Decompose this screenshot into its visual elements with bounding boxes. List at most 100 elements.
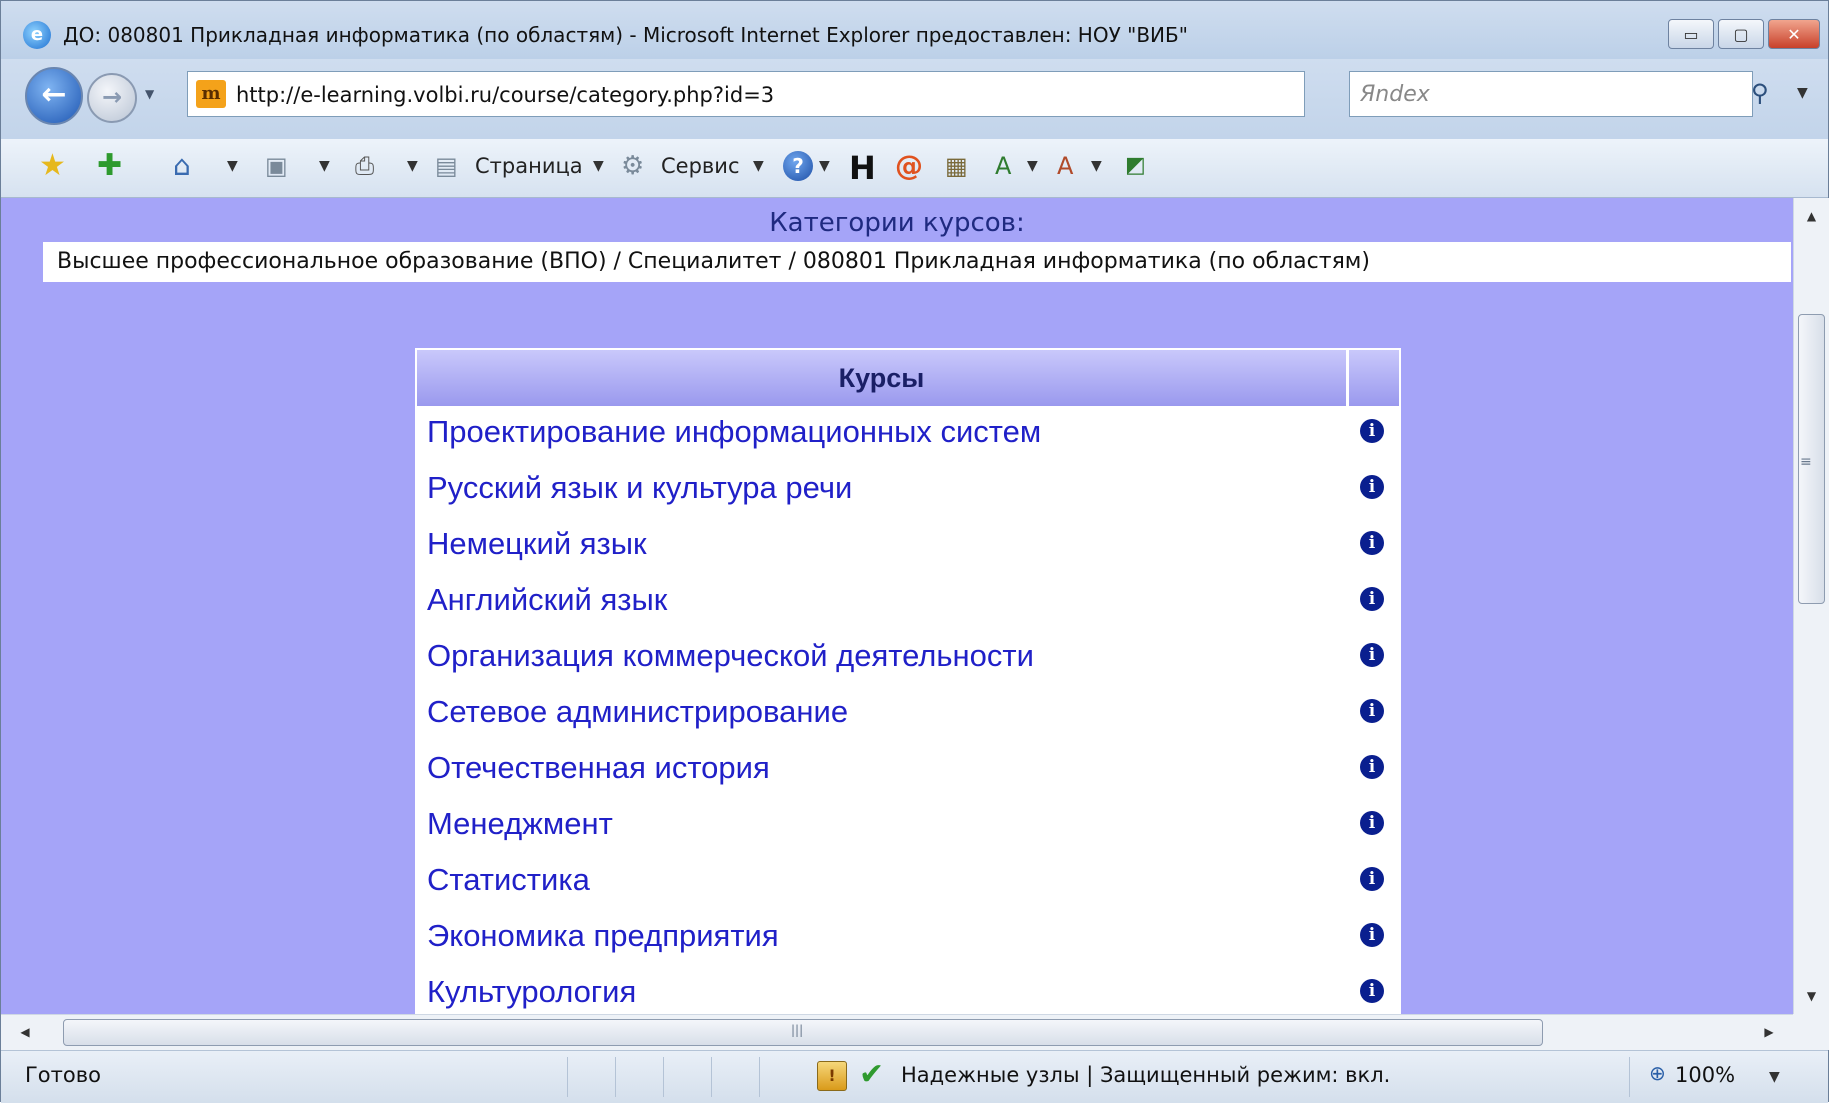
course-link[interactable]: Проектирование информационных систем — [427, 414, 1041, 450]
h-extension-icon[interactable]: H — [849, 149, 876, 187]
search-box[interactable]: Яndex — [1349, 71, 1753, 117]
mail-at-icon[interactable]: @ — [895, 149, 923, 182]
course-row: Организация коммерческой деятельности i — [417, 630, 1399, 686]
status-divider — [759, 1057, 760, 1097]
info-icon[interactable]: i — [1360, 587, 1384, 611]
page-dropdown-icon[interactable]: ▼ — [593, 149, 604, 183]
info-icon[interactable]: i — [1360, 643, 1384, 667]
feeds-dropdown-icon[interactable]: ▼ — [319, 149, 330, 183]
window-title: ДО: 080801 Прикладная информатика (по об… — [63, 23, 1188, 47]
favorites-star-icon[interactable]: ★ — [39, 149, 66, 183]
vertical-scrollbar[interactable]: ▲ ≡ ▼ — [1793, 198, 1829, 1014]
courses-header: Курсы — [417, 350, 1349, 406]
tools-menu[interactable]: Сервис — [661, 149, 739, 183]
info-icon[interactable]: i — [1360, 979, 1384, 1003]
info-icon[interactable]: i — [1360, 867, 1384, 891]
horizontal-scrollbar[interactable]: ◀ ||| ▶ — [1, 1014, 1793, 1050]
status-bar: Готово ! ✔ Надежные узлы | Защищенный ре… — [1, 1050, 1828, 1103]
course-link[interactable]: Немецкий язык — [427, 526, 647, 562]
translate-icon[interactable]: A — [995, 149, 1011, 183]
page-viewport: Категории курсов: Высшее профессионально… — [1, 198, 1793, 1014]
info-icon[interactable]: i — [1360, 755, 1384, 779]
course-link[interactable]: Культурология — [427, 974, 636, 1010]
security-zone-text[interactable]: Надежные узлы | Защищенный режим: вкл. — [901, 1063, 1390, 1087]
search-icon[interactable]: ⚲ — [1751, 79, 1769, 107]
scroll-left-arrow-icon[interactable]: ◀ — [1, 1015, 49, 1050]
course-link[interactable]: Менеджмент — [427, 806, 613, 842]
course-row: Сетевое администрирование i — [417, 686, 1399, 742]
command-toolbar: ★ ✚ ⌂ ▼ ▣ ▼ ⎙ ▼ ▤ Страница ▼ ⚙ Сервис ▼ … — [1, 139, 1828, 198]
course-link[interactable]: Статистика — [427, 862, 590, 898]
info-icon[interactable]: i — [1360, 419, 1384, 443]
font-size-icon[interactable]: A — [1057, 149, 1073, 183]
checkmark-icon: ✔ — [859, 1057, 885, 1092]
zoom-dropdown-icon[interactable]: ▼ — [1769, 1069, 1780, 1085]
course-row: Статистика i — [417, 854, 1399, 910]
course-link[interactable]: Сетевое администрирование — [427, 694, 848, 730]
status-divider — [663, 1057, 664, 1097]
scroll-right-arrow-icon[interactable]: ▶ — [1745, 1015, 1793, 1050]
browser-window: e ДО: 080801 Прикладная информатика (по … — [0, 0, 1829, 1103]
course-row: Английский язык i — [417, 574, 1399, 630]
feeds-icon[interactable]: ▣ — [265, 149, 288, 183]
security-shield-icon[interactable]: ! — [817, 1061, 847, 1091]
back-button[interactable]: ← — [25, 67, 83, 125]
add-favorites-icon[interactable]: ✚ — [97, 149, 122, 183]
scrollbar-corner — [1793, 1014, 1829, 1050]
status-divider — [615, 1057, 616, 1097]
status-text: Готово — [25, 1063, 101, 1087]
research-icon[interactable]: ▦ — [945, 149, 968, 183]
course-row: Немецкий язык i — [417, 518, 1399, 574]
course-link[interactable]: Русский язык и культура речи — [427, 470, 852, 506]
help-dropdown-icon[interactable]: ▼ — [819, 149, 830, 183]
category-heading: Категории курсов: — [769, 208, 1025, 238]
scroll-down-arrow-icon[interactable]: ▼ — [1794, 978, 1829, 1014]
course-link[interactable]: Отечественная история — [427, 750, 770, 786]
tools-dropdown-icon[interactable]: ▼ — [753, 149, 764, 183]
print-icon[interactable]: ⎙ — [355, 149, 374, 183]
page-icon[interactable]: ▤ — [435, 149, 458, 183]
close-button[interactable]: ✕ — [1768, 19, 1820, 49]
title-bar: e ДО: 080801 Прикладная информатика (по … — [1, 1, 1828, 59]
info-icon[interactable]: i — [1360, 699, 1384, 723]
minimize-button[interactable]: ▭ — [1668, 19, 1714, 49]
courses-header-info-column — [1349, 350, 1399, 406]
course-link[interactable]: Организация коммерческой деятельности — [427, 638, 1034, 674]
course-link[interactable]: Английский язык — [427, 582, 667, 618]
info-icon[interactable]: i — [1360, 811, 1384, 835]
ie-logo-icon: e — [23, 21, 51, 49]
status-divider — [711, 1057, 712, 1097]
address-url[interactable]: http://e-learning.volbi.ru/course/catego… — [236, 83, 774, 107]
maximize-button[interactable]: ▢ — [1718, 19, 1764, 49]
home-icon[interactable]: ⌂ — [173, 149, 191, 183]
course-link[interactable]: Экономика предприятия — [427, 918, 779, 954]
open-window-icon[interactable]: ◩ — [1125, 149, 1146, 183]
course-row: Проектирование информационных систем i — [417, 406, 1399, 462]
status-divider — [567, 1057, 568, 1097]
status-divider — [1629, 1057, 1630, 1097]
info-icon[interactable]: i — [1360, 923, 1384, 947]
course-row: Культурология i — [417, 966, 1399, 1014]
info-icon[interactable]: i — [1360, 531, 1384, 555]
zoom-level[interactable]: 100% — [1675, 1063, 1735, 1087]
translate-dropdown-icon[interactable]: ▼ — [1027, 149, 1038, 183]
print-dropdown-icon[interactable]: ▼ — [407, 149, 418, 183]
info-icon[interactable]: i — [1360, 475, 1384, 499]
scroll-up-arrow-icon[interactable]: ▲ — [1794, 198, 1829, 234]
forward-button[interactable]: → — [87, 73, 137, 123]
search-dropdown-icon[interactable]: ▼ — [1797, 85, 1808, 101]
gear-icon[interactable]: ⚙ — [621, 149, 644, 183]
category-breadcrumb: Высшее профессиональное образование (ВПО… — [43, 242, 1791, 282]
scroll-grip-icon: ||| — [791, 1023, 804, 1037]
page-menu[interactable]: Страница — [475, 149, 583, 183]
course-row: Экономика предприятия i — [417, 910, 1399, 966]
recent-pages-dropdown-icon[interactable]: ▼ — [145, 87, 154, 101]
font-size-dropdown-icon[interactable]: ▼ — [1091, 149, 1102, 183]
search-input[interactable]: Яndex — [1360, 82, 1430, 107]
course-row: Менеджмент i — [417, 798, 1399, 854]
home-dropdown-icon[interactable]: ▼ — [227, 149, 238, 183]
zoom-icon[interactable]: ⊕ — [1649, 1061, 1666, 1085]
help-icon[interactable]: ? — [783, 151, 813, 181]
address-bar[interactable]: m http://e-learning.volbi.ru/course/cate… — [187, 71, 1495, 117]
course-row: Русский язык и культура речи i — [417, 462, 1399, 518]
